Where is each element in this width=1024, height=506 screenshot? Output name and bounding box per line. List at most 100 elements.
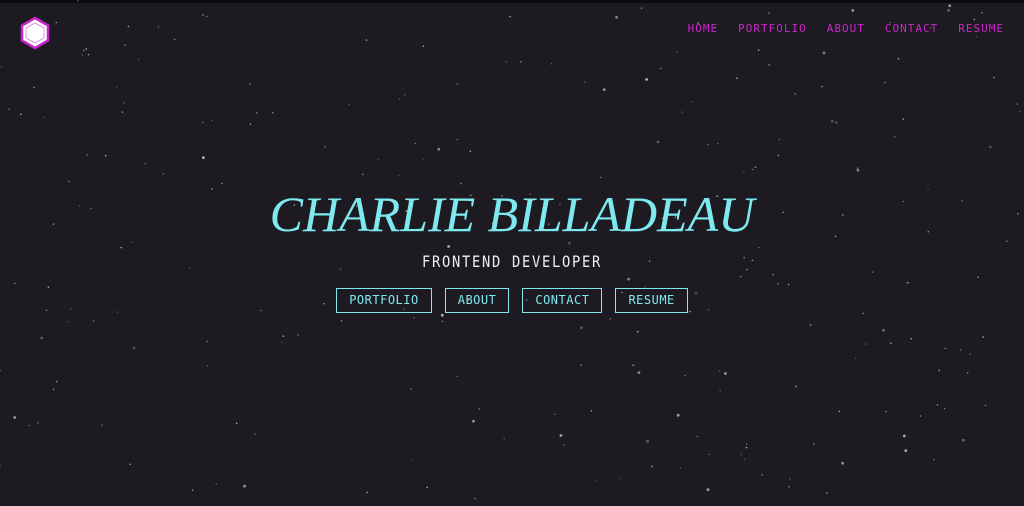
star bbox=[456, 138, 459, 141]
hero-subtitle: FRONTEND DEVELOPER bbox=[421, 252, 603, 271]
nav-home-link[interactable]: HOME bbox=[688, 22, 719, 35]
star bbox=[297, 334, 299, 336]
star bbox=[919, 415, 922, 417]
star bbox=[191, 489, 194, 492]
nav-resume-link[interactable]: RESUME bbox=[958, 22, 1004, 35]
star bbox=[271, 111, 274, 114]
star bbox=[961, 438, 965, 442]
star bbox=[975, 35, 978, 38]
star bbox=[13, 416, 17, 419]
star bbox=[794, 93, 796, 95]
star bbox=[835, 121, 838, 124]
logo[interactable] bbox=[19, 16, 51, 50]
star bbox=[813, 443, 815, 445]
star bbox=[809, 324, 812, 326]
star bbox=[936, 404, 939, 406]
star bbox=[977, 276, 979, 279]
star bbox=[456, 375, 459, 378]
star bbox=[162, 173, 165, 175]
star bbox=[144, 162, 146, 165]
star bbox=[590, 410, 593, 412]
star bbox=[716, 142, 719, 145]
about-button[interactable]: ABOUT bbox=[444, 288, 510, 313]
star bbox=[676, 413, 680, 417]
star bbox=[403, 94, 406, 96]
star bbox=[85, 48, 88, 50]
nav-portfolio-link[interactable]: PORTFOLIO bbox=[738, 22, 807, 35]
star bbox=[645, 78, 648, 81]
star bbox=[559, 434, 563, 437]
star bbox=[281, 341, 283, 343]
star bbox=[984, 404, 987, 407]
nav-contact-link[interactable]: CONTACT bbox=[885, 22, 938, 35]
star bbox=[761, 474, 763, 476]
star bbox=[696, 435, 698, 438]
star bbox=[563, 444, 565, 446]
star bbox=[751, 168, 754, 171]
star bbox=[960, 349, 962, 351]
star bbox=[822, 51, 826, 55]
star bbox=[509, 15, 511, 18]
star bbox=[948, 4, 952, 8]
star bbox=[132, 346, 136, 350]
star bbox=[580, 364, 582, 367]
star bbox=[659, 67, 662, 70]
star bbox=[129, 463, 132, 466]
star bbox=[981, 12, 983, 14]
star bbox=[719, 389, 721, 392]
star bbox=[754, 166, 757, 168]
star bbox=[67, 320, 70, 323]
star bbox=[910, 337, 913, 340]
contact-button[interactable]: CONTACT bbox=[522, 288, 603, 313]
star bbox=[627, 277, 631, 281]
star bbox=[681, 111, 684, 113]
star bbox=[28, 424, 30, 427]
star bbox=[422, 45, 425, 47]
star bbox=[340, 320, 343, 322]
portfolio-button[interactable]: PORTFOLIO bbox=[336, 288, 432, 313]
star bbox=[778, 138, 781, 141]
star bbox=[966, 372, 969, 374]
star bbox=[115, 86, 118, 88]
star bbox=[841, 461, 844, 465]
star bbox=[202, 14, 204, 16]
star bbox=[121, 111, 124, 113]
star bbox=[989, 145, 992, 149]
star bbox=[856, 167, 859, 169]
star bbox=[505, 60, 508, 63]
star bbox=[615, 15, 618, 19]
star bbox=[413, 317, 416, 319]
star bbox=[411, 458, 413, 461]
star bbox=[33, 86, 35, 89]
star bbox=[441, 320, 444, 323]
star bbox=[87, 53, 90, 56]
hexagon-cube-icon bbox=[20, 16, 50, 50]
star bbox=[736, 77, 738, 79]
star bbox=[469, 150, 472, 152]
star bbox=[68, 180, 70, 183]
star bbox=[55, 21, 58, 24]
star bbox=[40, 336, 44, 340]
star bbox=[640, 7, 643, 9]
hero-name: CHARLIE BILLADEAU bbox=[269, 186, 755, 242]
star bbox=[410, 388, 412, 390]
star bbox=[120, 246, 122, 249]
star bbox=[137, 58, 140, 60]
resume-button[interactable]: RESUME bbox=[615, 288, 688, 313]
star bbox=[865, 343, 867, 345]
star bbox=[768, 12, 770, 14]
nav-about-link[interactable]: ABOUT bbox=[827, 22, 865, 35]
star bbox=[789, 477, 791, 480]
star bbox=[890, 342, 892, 345]
star bbox=[944, 347, 947, 350]
star bbox=[757, 49, 760, 51]
star bbox=[600, 176, 602, 179]
star bbox=[740, 453, 743, 456]
star bbox=[205, 15, 208, 18]
star bbox=[609, 318, 611, 320]
star bbox=[830, 119, 834, 123]
star bbox=[602, 88, 606, 91]
star bbox=[851, 9, 855, 12]
star bbox=[777, 154, 780, 157]
star bbox=[254, 433, 256, 435]
